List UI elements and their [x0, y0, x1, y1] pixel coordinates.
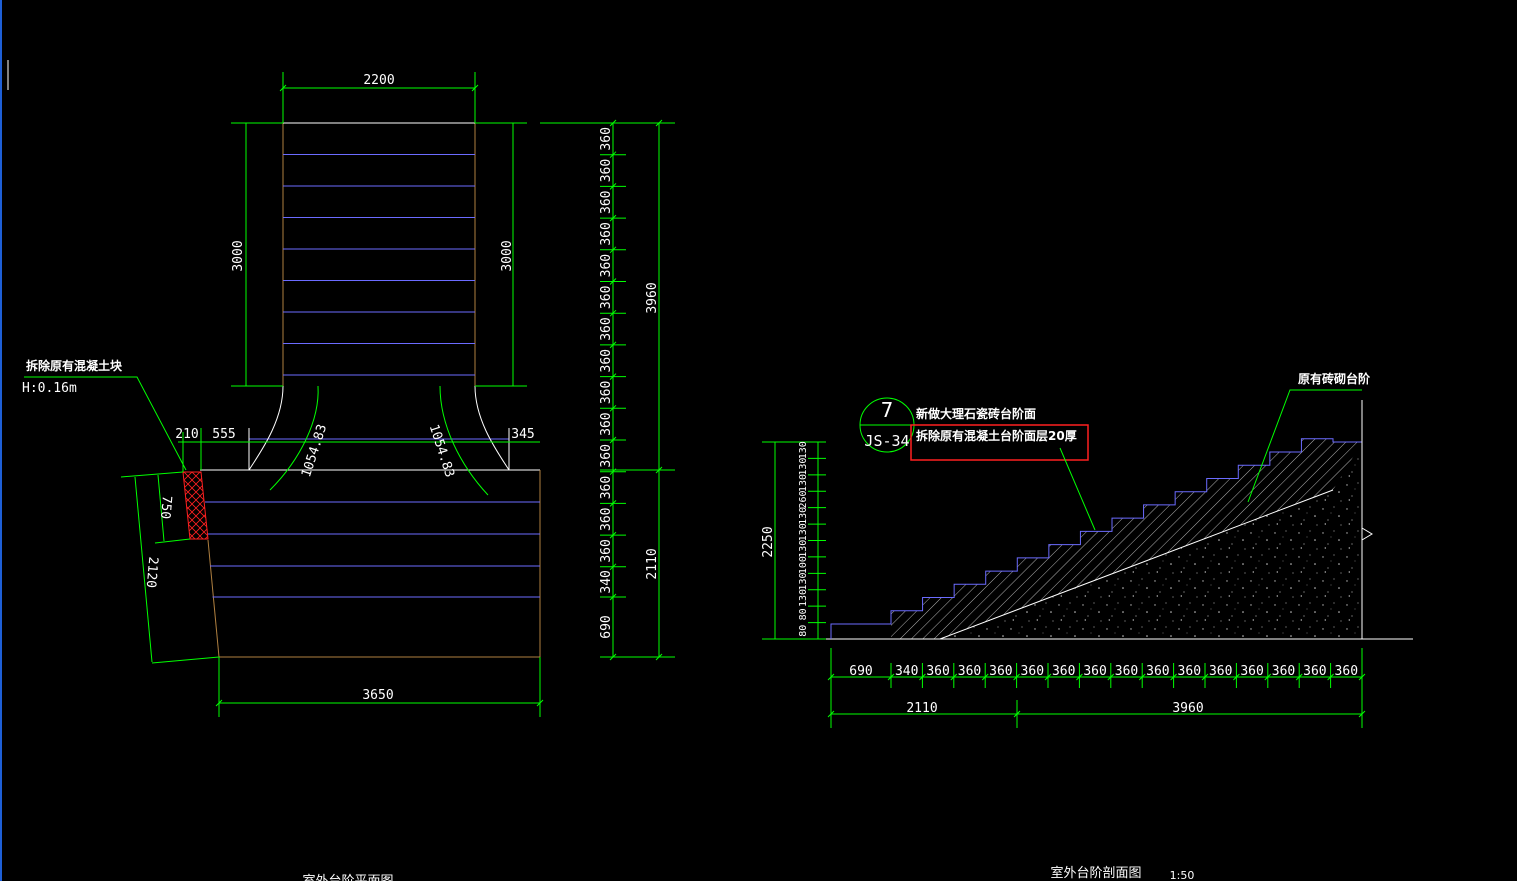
dim-bottom: 360 — [958, 664, 981, 679]
dim-total-length: 3960 — [645, 282, 660, 313]
dim-arc-right: 1054.83 — [426, 423, 457, 480]
dim-bottom: 360 — [1209, 664, 1232, 679]
dim-side-b: 2120 — [143, 556, 161, 589]
dim-section-total-right: 3960 — [1172, 701, 1203, 716]
right-flare-curve — [474, 385, 510, 471]
dim-arc-left: 1054.83 — [299, 423, 330, 480]
dim-section-height: 2250 — [761, 526, 776, 557]
platform-left-edge — [207, 539, 220, 658]
dim-riser: 80 — [798, 625, 809, 637]
section-scale: 1:50 — [1170, 869, 1195, 881]
dim-tread: 360 — [599, 539, 614, 562]
dim-bottom: 360 — [1083, 664, 1106, 679]
note-remove-existing-layer: 拆除原有混凝土台阶面层20厚 — [916, 428, 1077, 443]
dim-tread: 360 — [599, 222, 614, 245]
left-flare-curve — [248, 385, 284, 471]
lower-treads — [205, 501, 540, 598]
dim-bottom: 360 — [1052, 664, 1075, 679]
dim-riser: 130 — [798, 589, 809, 607]
dim-tread: 360 — [599, 159, 614, 182]
dim-bottom: 690 — [849, 664, 872, 679]
dim-bottom: 360 — [1021, 664, 1044, 679]
dim-bottom: 360 — [1146, 664, 1169, 679]
note-demolish-concrete: 拆除原有混凝土块 — [26, 358, 123, 373]
tread-dimension-chain: 360 360 360 360 360 360 360 360 360 360 360 360 360 3… — [599, 119, 626, 661]
dim-bottom: 360 — [1178, 664, 1201, 679]
dim-section-total-left: 2110 — [906, 701, 937, 716]
dim-riser: 130 — [798, 474, 809, 492]
cad-drawing: 2200 3000 3000 3603603603603603603603603… — [0, 0, 1413, 881]
dim-tread: 360 — [599, 127, 614, 150]
riser-dimension-chain: 8080130130100130130130260130130130 — [798, 441, 826, 640]
dim-left-length: 3000 — [231, 240, 246, 271]
dim-riser: 130 — [798, 507, 809, 525]
dim-riser: 130 — [798, 523, 809, 541]
dim-riser: 100 — [798, 556, 809, 574]
note-height: H:0.16m — [22, 381, 77, 396]
dim-bottom: 360 — [1115, 664, 1138, 679]
dim-tread: 360 — [599, 286, 614, 309]
dim-bottom-width: 3650 — [362, 688, 393, 703]
dim-bottom: 360 — [989, 664, 1012, 679]
dim-tread: 360 — [599, 476, 614, 499]
viewport-edge — [0, 0, 9, 881]
dim-tread: 360 — [599, 508, 614, 531]
dim-edge: 210 — [175, 427, 198, 442]
dim-bottom: 360 — [926, 664, 949, 679]
dim-bottom: 360 — [1303, 664, 1326, 679]
dim-lower-length: 2110 — [645, 548, 660, 579]
dim-side-a: 750 — [157, 495, 174, 520]
dim-tread: 360 — [599, 381, 614, 404]
section-title: 室外台阶剖面图 — [1050, 865, 1141, 881]
dim-tread: 360 — [599, 444, 614, 467]
plan-view: 2200 3000 3000 3603603603603603603603603… — [22, 72, 675, 881]
dim-tread: 360 — [599, 254, 614, 277]
dim-tread: 360 — [599, 191, 614, 214]
note-new-marble-finish: 新做大理石瓷砖台阶面 — [916, 406, 1036, 421]
demolish-concrete-block — [182, 471, 209, 540]
dim-riser: 130 — [798, 441, 809, 459]
callout-reference: JS-34 — [864, 432, 909, 450]
dim-bottom: 360 — [1335, 664, 1358, 679]
note-existing-brick-stair: 原有砖砌台阶 — [1298, 371, 1371, 386]
dim-riser: 260 — [798, 490, 809, 508]
dim-bottom: 360 — [1240, 664, 1263, 679]
dim-top-width: 2200 — [363, 73, 394, 88]
dim-tread: 360 — [599, 412, 614, 435]
bottom-dimension-chain: 690 340 360 360 360 360 360 360 360 360 360 360 360 3… — [827, 663, 1366, 688]
dim-bottom: 360 — [1272, 664, 1295, 679]
upper-treads — [249, 154, 509, 440]
dim-tread: 690 — [599, 615, 614, 638]
dim-tread: 360 — [599, 349, 614, 372]
dim-left-offset: 555 — [212, 427, 235, 442]
dim-right-offset: 345 — [511, 427, 534, 442]
callout-number: 7 — [881, 398, 894, 422]
dim-riser: 130 — [798, 540, 809, 558]
dim-tread: 360 — [599, 317, 614, 340]
dim-riser: 130 — [798, 573, 809, 591]
dim-riser: 80 — [798, 608, 809, 620]
plan-title: 室外台阶平面图 — [302, 873, 393, 881]
dim-bottom: 340 — [895, 664, 918, 679]
dim-riser: 130 — [798, 458, 809, 476]
section-view: 2250 8080130130100130130130260130130130 … — [761, 371, 1413, 881]
dim-right-length: 3000 — [500, 240, 515, 271]
dim-tread: 340 — [599, 570, 614, 593]
